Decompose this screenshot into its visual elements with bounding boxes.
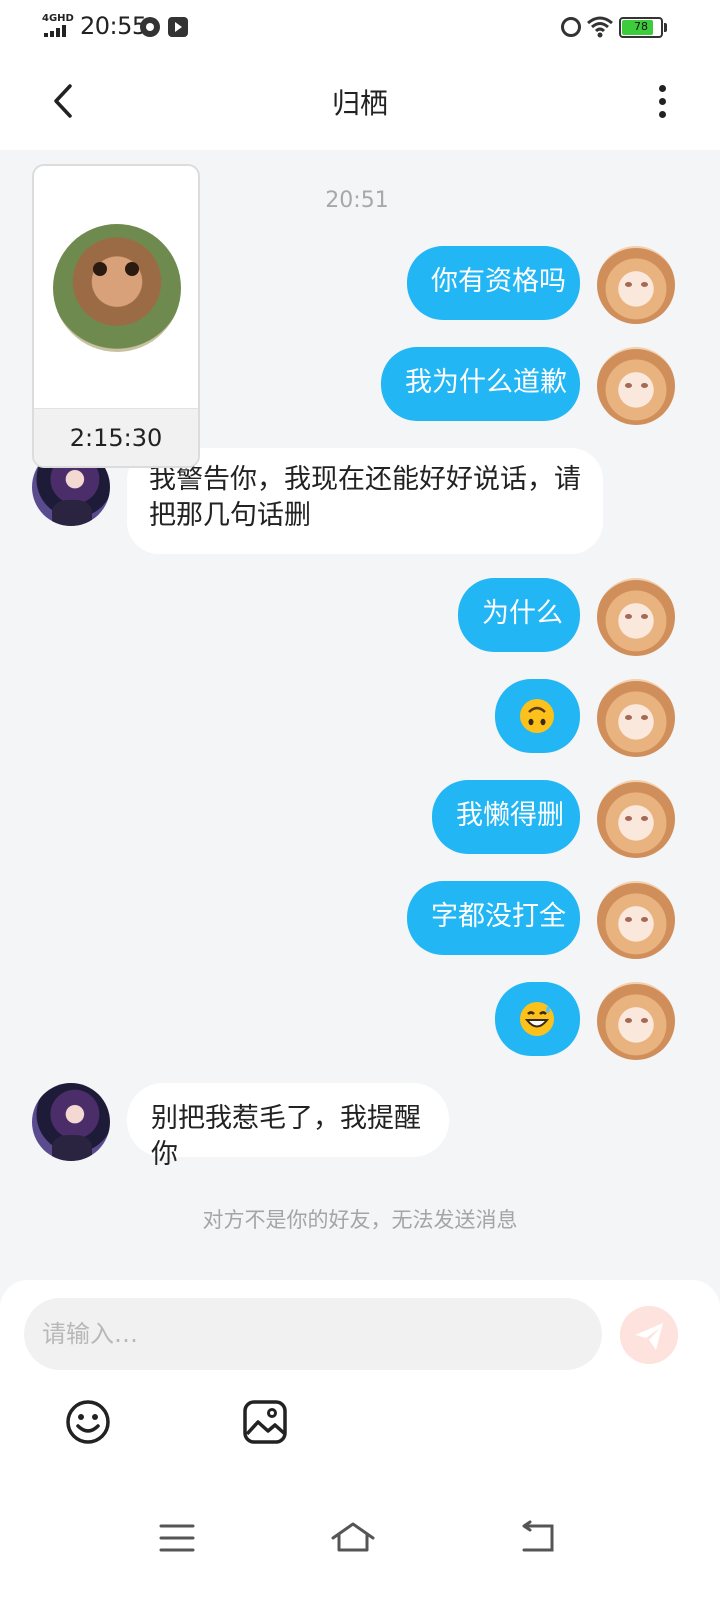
contact-avatar[interactable]: [32, 1083, 110, 1161]
status-time: 20:55: [80, 12, 147, 40]
grinning-sweat-face-emoji: [520, 1002, 554, 1036]
my-emoji-bubble[interactable]: [495, 982, 580, 1056]
send-icon[interactable]: [620, 1306, 678, 1364]
my-emoji-bubble[interactable]: [495, 679, 580, 753]
battery-icon: 78: [619, 17, 663, 38]
menu-icon[interactable]: [153, 1514, 201, 1562]
back-icon[interactable]: [514, 1514, 562, 1562]
my-avatar[interactable]: [597, 679, 675, 757]
video-thumbnail: [53, 224, 181, 352]
home-icon[interactable]: [329, 1514, 377, 1562]
my-message-bubble[interactable]: 我为什么道歉: [381, 347, 580, 421]
video-app-notification-icon: [168, 17, 188, 37]
smiley-icon[interactable]: [64, 1398, 112, 1446]
chat-title: 归栖: [331, 87, 388, 120]
chat-header: 归栖: [0, 56, 720, 150]
my-avatar[interactable]: [597, 246, 675, 324]
status-bar: 4GHD 20:55 78: [0, 0, 720, 56]
contact-message-bubble[interactable]: 我警告你，我现在还能好好说话，请把那几句话删: [127, 448, 603, 554]
alarm-icon: [561, 17, 581, 37]
contact-message-bubble[interactable]: 别把我惹毛了，我提醒你: [127, 1083, 449, 1170]
not-friend-notice: 对方不是你的好友，无法发送消息: [202, 1208, 518, 1232]
video-duration: 2:15:30: [34, 408, 198, 466]
floating-video-window[interactable]: 2:15:30: [32, 164, 200, 468]
signal-icon: [44, 25, 74, 37]
my-avatar[interactable]: [597, 347, 675, 425]
battery-level: 78: [634, 20, 648, 33]
wifi-icon: [587, 16, 613, 38]
my-avatar[interactable]: [597, 881, 675, 959]
system-nav-bar: [0, 1490, 720, 1600]
network-type: 4GHD: [42, 13, 74, 24]
battery-tip: [664, 23, 667, 32]
app-notification-icon: [140, 17, 160, 37]
my-avatar[interactable]: [597, 578, 675, 656]
my-message-bubble[interactable]: 字都没打全: [407, 881, 580, 955]
my-message-bubble[interactable]: 我懒得删: [432, 780, 580, 854]
message-input[interactable]: 请输入…: [24, 1298, 602, 1370]
upside-down-face-emoji: [520, 699, 554, 733]
more-options-button[interactable]: [642, 76, 682, 126]
my-avatar[interactable]: [597, 780, 675, 858]
input-panel: 请输入…: [0, 1280, 720, 1600]
my-message-bubble[interactable]: 你有资格吗: [407, 246, 580, 320]
image-icon[interactable]: [241, 1398, 289, 1446]
my-message-bubble[interactable]: 为什么: [458, 578, 580, 652]
my-avatar[interactable]: [597, 982, 675, 1060]
